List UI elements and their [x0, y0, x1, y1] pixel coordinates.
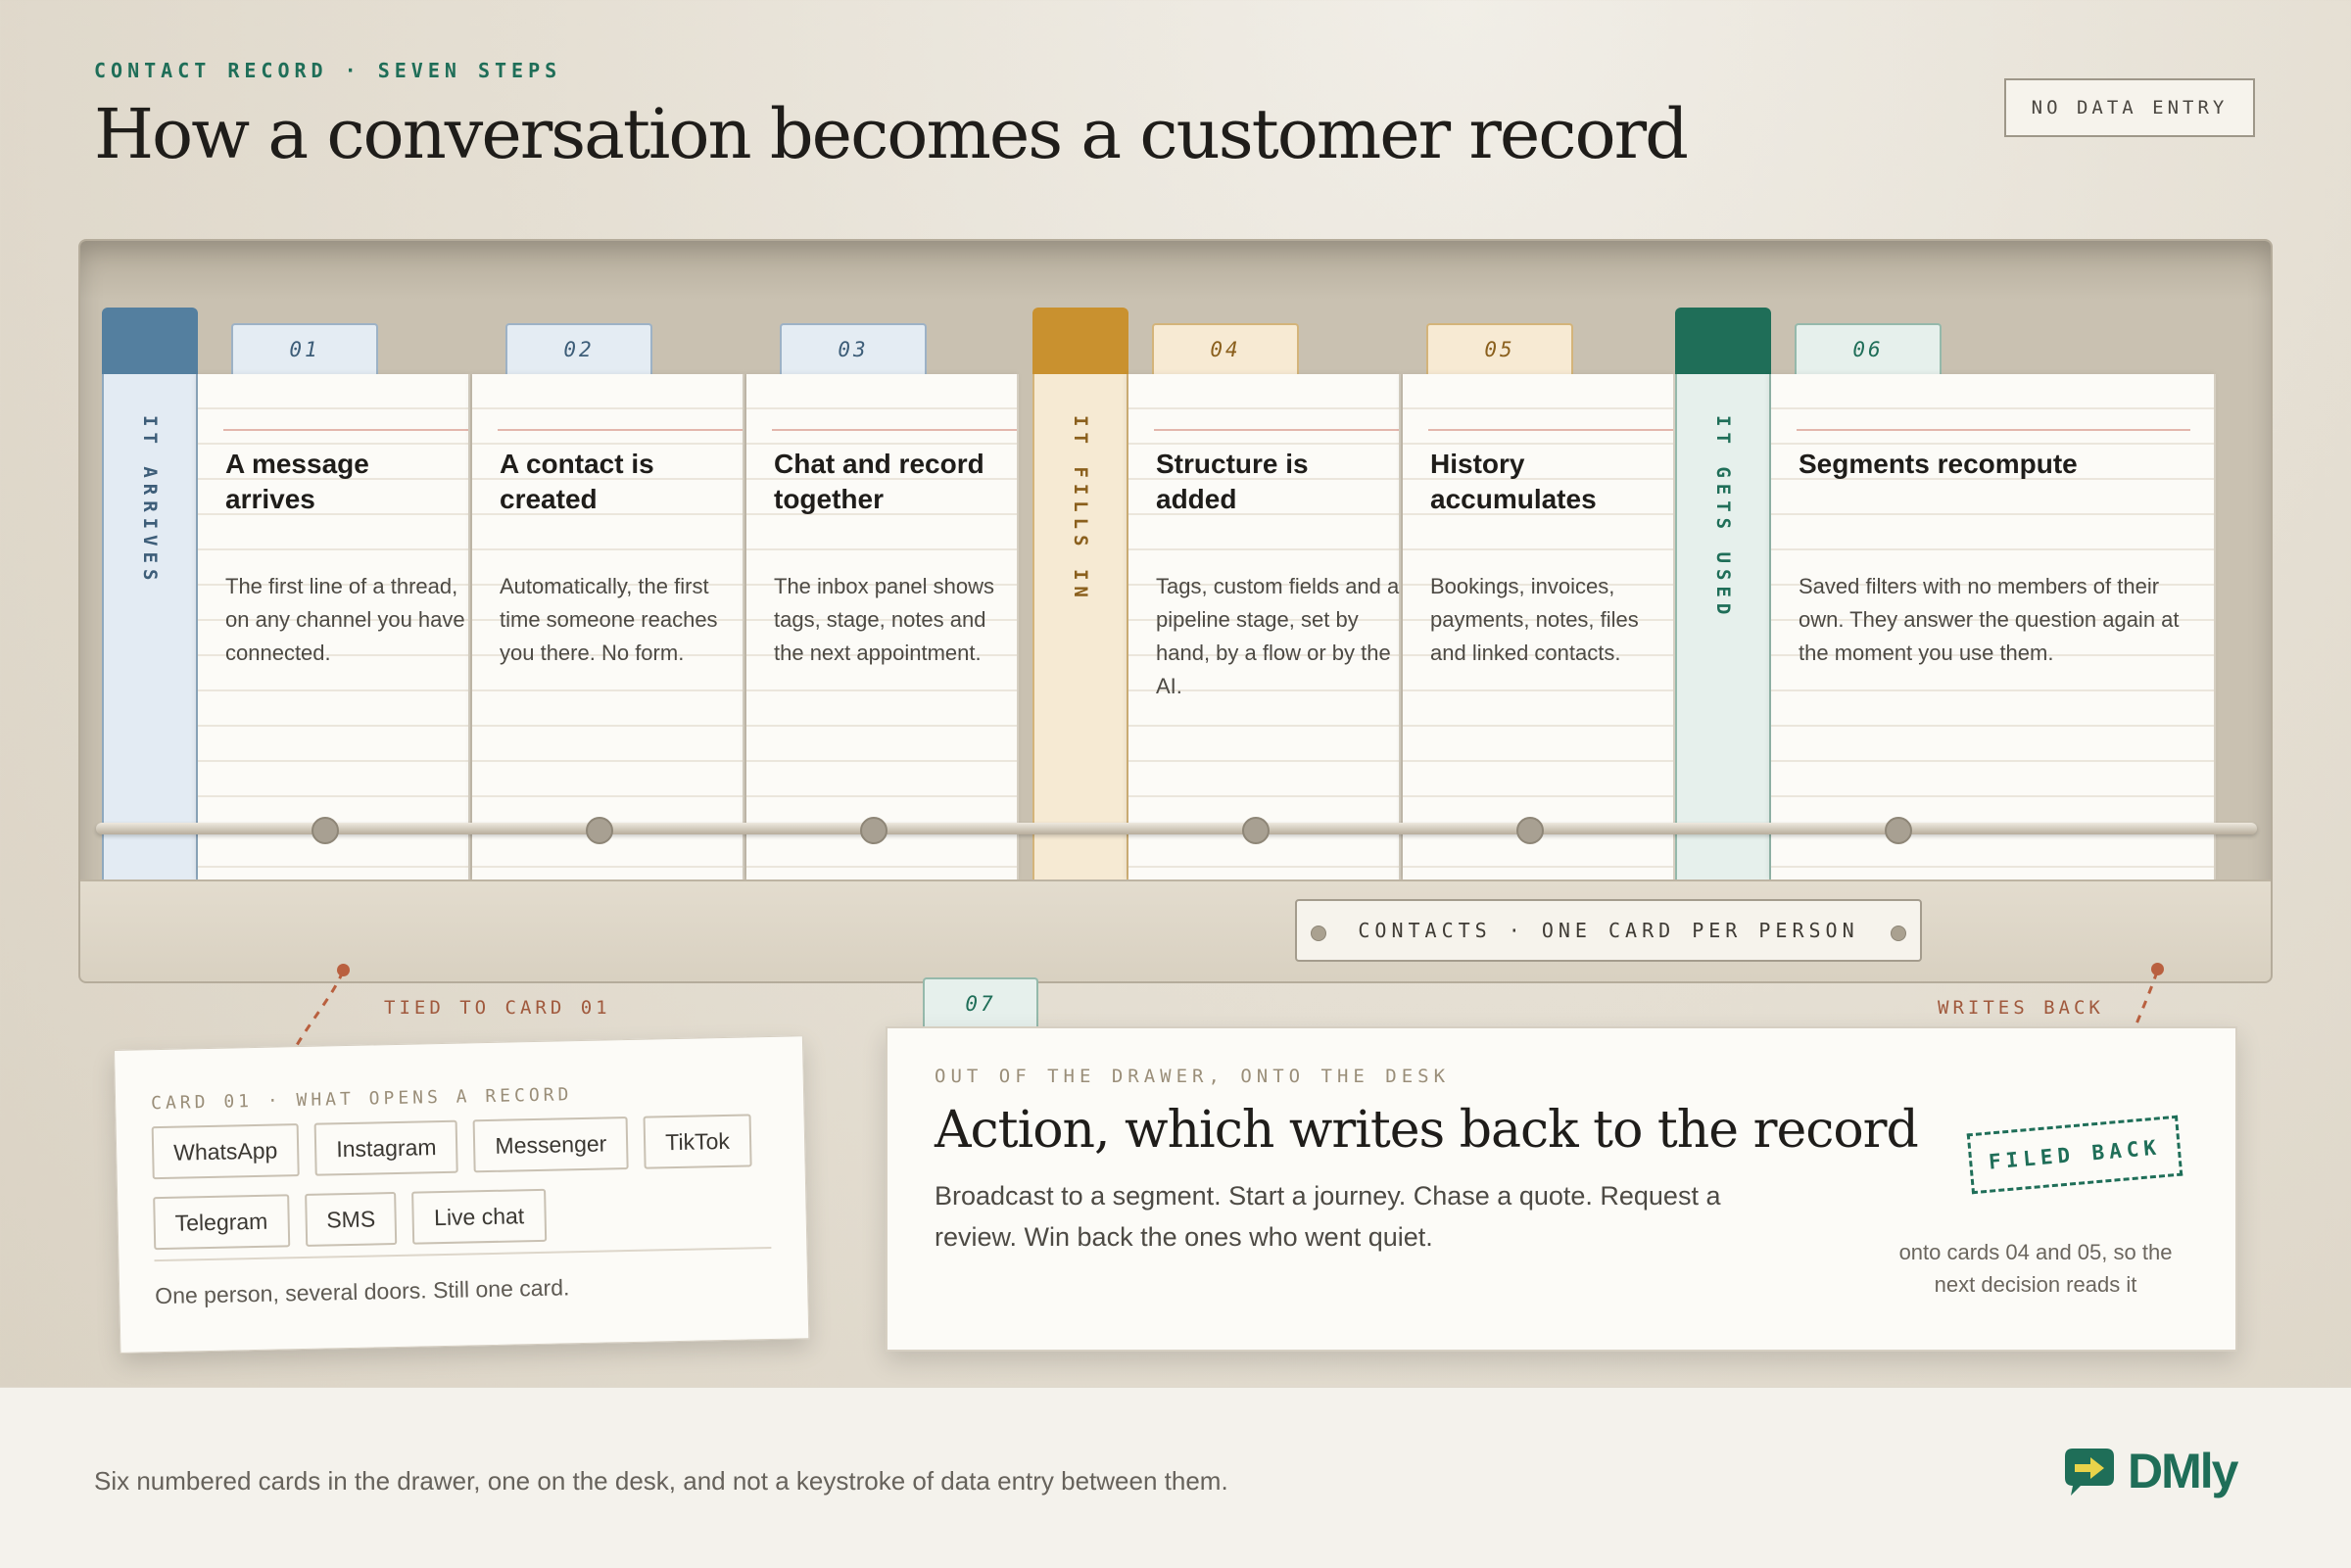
note-divider — [154, 1246, 772, 1262]
channel-chip-instagram[interactable]: Instagram — [313, 1119, 459, 1176]
footer: Six numbered cards in the drawer, one on… — [0, 1387, 2351, 1568]
card-tab-07[interactable]: 07 — [923, 977, 1038, 1028]
connector-left-label: TIED TO CARD 01 — [384, 997, 611, 1019]
connector-right-line — [2134, 971, 2159, 1027]
channel-chip-tiktok[interactable]: TikTok — [643, 1114, 752, 1169]
note-eyebrow: CARD 01 · WHAT OPENS A RECORD — [150, 1084, 573, 1115]
brand-logo[interactable]: DMly — [2061, 1443, 2238, 1499]
stamp-caption: onto cards 04 and 05, so the next decisi… — [1898, 1240, 2173, 1297]
channel-chip-whatsapp[interactable]: WhatsApp — [151, 1123, 300, 1180]
card-07-desk[interactable]: OUT OF THE DRAWER, ONTO THE DESK Action,… — [886, 1026, 2237, 1352]
channel-chip-telegram[interactable]: Telegram — [153, 1194, 290, 1251]
note-caption: One person, several doors. Still one car… — [154, 1274, 570, 1309]
channels-note-card: CARD 01 · WHAT OPENS A RECORD WhatsApp I… — [114, 1035, 810, 1354]
channel-chips: WhatsApp Instagram Messenger TikTok Tele… — [151, 1114, 781, 1251]
desk-body: Broadcast to a segment. Start a journey.… — [935, 1181, 1721, 1252]
brand-wordmark: DMly — [2128, 1444, 2238, 1498]
connector-left-dot — [337, 964, 350, 976]
chat-arrow-logo-icon — [2065, 1449, 2114, 1496]
filed-back-stamp: FILED BACK — [1966, 1115, 2183, 1195]
connector-right-label: WRITES BACK — [1938, 997, 2104, 1019]
desk-eyebrow: OUT OF THE DRAWER, ONTO THE DESK — [935, 1066, 1451, 1087]
connector-right-dot — [2151, 963, 2164, 975]
desk-title: Action, which writes back to the record — [935, 1101, 1919, 1160]
channel-chip-sms[interactable]: SMS — [304, 1191, 398, 1247]
channel-chip-live-chat[interactable]: Live chat — [411, 1188, 547, 1245]
channel-chip-messenger[interactable]: Messenger — [472, 1117, 629, 1173]
footer-text: Six numbered cards in the drawer, one on… — [94, 1466, 1228, 1496]
